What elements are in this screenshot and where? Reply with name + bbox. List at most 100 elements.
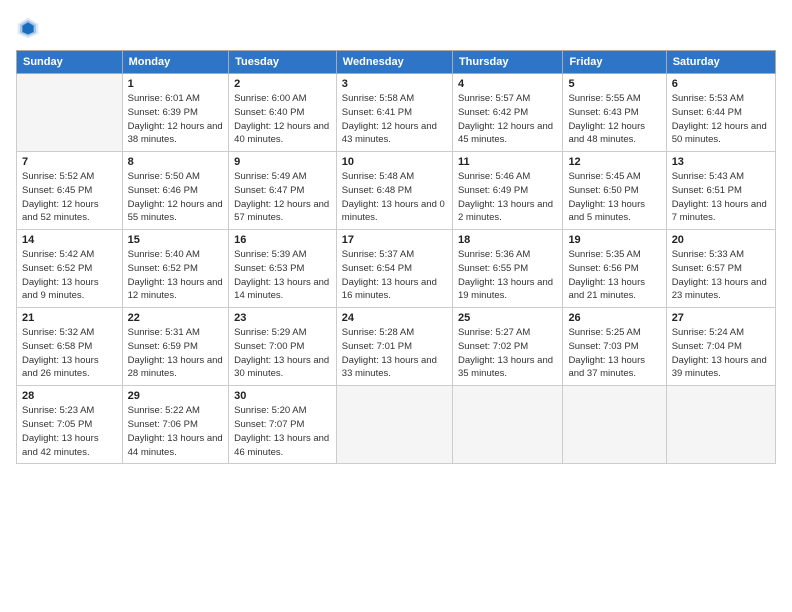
day-number: 12 xyxy=(568,156,660,168)
week-row-5: 28 Sunrise: 5:23 AMSunset: 7:05 PMDaylig… xyxy=(17,386,776,464)
day-detail: Sunrise: 5:43 AMSunset: 6:51 PMDaylight:… xyxy=(672,170,770,225)
day-cell: 14 Sunrise: 5:42 AMSunset: 6:52 PMDaylig… xyxy=(17,230,123,308)
day-cell xyxy=(563,386,666,464)
day-number: 23 xyxy=(234,312,331,324)
day-detail: Sunrise: 5:52 AMSunset: 6:45 PMDaylight:… xyxy=(22,170,117,225)
day-number: 6 xyxy=(672,78,770,90)
day-cell xyxy=(336,386,452,464)
day-detail: Sunrise: 5:32 AMSunset: 6:58 PMDaylight:… xyxy=(22,326,117,381)
header xyxy=(16,16,776,40)
day-number: 11 xyxy=(458,156,557,168)
week-row-3: 14 Sunrise: 5:42 AMSunset: 6:52 PMDaylig… xyxy=(17,230,776,308)
header-row: SundayMondayTuesdayWednesdayThursdayFrid… xyxy=(17,51,776,74)
day-cell: 12 Sunrise: 5:45 AMSunset: 6:50 PMDaylig… xyxy=(563,152,666,230)
day-cell xyxy=(452,386,562,464)
day-cell: 8 Sunrise: 5:50 AMSunset: 6:46 PMDayligh… xyxy=(122,152,229,230)
col-header-thursday: Thursday xyxy=(452,51,562,74)
logo xyxy=(16,16,44,40)
week-row-4: 21 Sunrise: 5:32 AMSunset: 6:58 PMDaylig… xyxy=(17,308,776,386)
day-detail: Sunrise: 5:31 AMSunset: 6:59 PMDaylight:… xyxy=(128,326,224,381)
col-header-saturday: Saturday xyxy=(666,51,775,74)
day-detail: Sunrise: 6:00 AMSunset: 6:40 PMDaylight:… xyxy=(234,92,331,147)
day-detail: Sunrise: 5:25 AMSunset: 7:03 PMDaylight:… xyxy=(568,326,660,381)
day-detail: Sunrise: 5:36 AMSunset: 6:55 PMDaylight:… xyxy=(458,248,557,303)
day-cell: 28 Sunrise: 5:23 AMSunset: 7:05 PMDaylig… xyxy=(17,386,123,464)
day-cell: 13 Sunrise: 5:43 AMSunset: 6:51 PMDaylig… xyxy=(666,152,775,230)
day-detail: Sunrise: 5:39 AMSunset: 6:53 PMDaylight:… xyxy=(234,248,331,303)
day-number: 16 xyxy=(234,234,331,246)
day-detail: Sunrise: 5:33 AMSunset: 6:57 PMDaylight:… xyxy=(672,248,770,303)
col-header-wednesday: Wednesday xyxy=(336,51,452,74)
day-cell: 4 Sunrise: 5:57 AMSunset: 6:42 PMDayligh… xyxy=(452,74,562,152)
col-header-monday: Monday xyxy=(122,51,229,74)
day-detail: Sunrise: 5:28 AMSunset: 7:01 PMDaylight:… xyxy=(342,326,447,381)
day-number: 4 xyxy=(458,78,557,90)
week-row-2: 7 Sunrise: 5:52 AMSunset: 6:45 PMDayligh… xyxy=(17,152,776,230)
day-number: 10 xyxy=(342,156,447,168)
day-cell: 9 Sunrise: 5:49 AMSunset: 6:47 PMDayligh… xyxy=(229,152,337,230)
day-number: 18 xyxy=(458,234,557,246)
day-number: 8 xyxy=(128,156,224,168)
day-cell: 10 Sunrise: 5:48 AMSunset: 6:48 PMDaylig… xyxy=(336,152,452,230)
day-cell: 25 Sunrise: 5:27 AMSunset: 7:02 PMDaylig… xyxy=(452,308,562,386)
day-cell: 30 Sunrise: 5:20 AMSunset: 7:07 PMDaylig… xyxy=(229,386,337,464)
day-cell: 7 Sunrise: 5:52 AMSunset: 6:45 PMDayligh… xyxy=(17,152,123,230)
day-cell: 24 Sunrise: 5:28 AMSunset: 7:01 PMDaylig… xyxy=(336,308,452,386)
day-number: 25 xyxy=(458,312,557,324)
day-cell: 22 Sunrise: 5:31 AMSunset: 6:59 PMDaylig… xyxy=(122,308,229,386)
day-cell: 6 Sunrise: 5:53 AMSunset: 6:44 PMDayligh… xyxy=(666,74,775,152)
day-number: 29 xyxy=(128,390,224,402)
day-number: 9 xyxy=(234,156,331,168)
col-header-friday: Friday xyxy=(563,51,666,74)
day-cell: 21 Sunrise: 5:32 AMSunset: 6:58 PMDaylig… xyxy=(17,308,123,386)
day-cell: 20 Sunrise: 5:33 AMSunset: 6:57 PMDaylig… xyxy=(666,230,775,308)
day-detail: Sunrise: 5:22 AMSunset: 7:06 PMDaylight:… xyxy=(128,404,224,459)
day-detail: Sunrise: 6:01 AMSunset: 6:39 PMDaylight:… xyxy=(128,92,224,147)
day-cell: 16 Sunrise: 5:39 AMSunset: 6:53 PMDaylig… xyxy=(229,230,337,308)
col-header-sunday: Sunday xyxy=(17,51,123,74)
col-header-tuesday: Tuesday xyxy=(229,51,337,74)
day-number: 28 xyxy=(22,390,117,402)
day-number: 5 xyxy=(568,78,660,90)
week-row-1: 1 Sunrise: 6:01 AMSunset: 6:39 PMDayligh… xyxy=(17,74,776,152)
day-cell: 3 Sunrise: 5:58 AMSunset: 6:41 PMDayligh… xyxy=(336,74,452,152)
day-detail: Sunrise: 5:35 AMSunset: 6:56 PMDaylight:… xyxy=(568,248,660,303)
day-detail: Sunrise: 5:48 AMSunset: 6:48 PMDaylight:… xyxy=(342,170,447,225)
day-detail: Sunrise: 5:49 AMSunset: 6:47 PMDaylight:… xyxy=(234,170,331,225)
day-detail: Sunrise: 5:46 AMSunset: 6:49 PMDaylight:… xyxy=(458,170,557,225)
day-detail: Sunrise: 5:45 AMSunset: 6:50 PMDaylight:… xyxy=(568,170,660,225)
day-cell: 23 Sunrise: 5:29 AMSunset: 7:00 PMDaylig… xyxy=(229,308,337,386)
day-detail: Sunrise: 5:55 AMSunset: 6:43 PMDaylight:… xyxy=(568,92,660,147)
day-detail: Sunrise: 5:50 AMSunset: 6:46 PMDaylight:… xyxy=(128,170,224,225)
day-number: 7 xyxy=(22,156,117,168)
day-number: 17 xyxy=(342,234,447,246)
day-number: 20 xyxy=(672,234,770,246)
day-number: 22 xyxy=(128,312,224,324)
day-number: 2 xyxy=(234,78,331,90)
day-detail: Sunrise: 5:29 AMSunset: 7:00 PMDaylight:… xyxy=(234,326,331,381)
day-detail: Sunrise: 5:24 AMSunset: 7:04 PMDaylight:… xyxy=(672,326,770,381)
day-number: 3 xyxy=(342,78,447,90)
day-cell: 26 Sunrise: 5:25 AMSunset: 7:03 PMDaylig… xyxy=(563,308,666,386)
day-number: 30 xyxy=(234,390,331,402)
day-number: 14 xyxy=(22,234,117,246)
day-cell: 2 Sunrise: 6:00 AMSunset: 6:40 PMDayligh… xyxy=(229,74,337,152)
day-cell: 27 Sunrise: 5:24 AMSunset: 7:04 PMDaylig… xyxy=(666,308,775,386)
day-detail: Sunrise: 5:23 AMSunset: 7:05 PMDaylight:… xyxy=(22,404,117,459)
day-cell: 11 Sunrise: 5:46 AMSunset: 6:49 PMDaylig… xyxy=(452,152,562,230)
day-number: 19 xyxy=(568,234,660,246)
day-detail: Sunrise: 5:42 AMSunset: 6:52 PMDaylight:… xyxy=(22,248,117,303)
day-number: 26 xyxy=(568,312,660,324)
day-detail: Sunrise: 5:27 AMSunset: 7:02 PMDaylight:… xyxy=(458,326,557,381)
day-detail: Sunrise: 5:40 AMSunset: 6:52 PMDaylight:… xyxy=(128,248,224,303)
day-number: 27 xyxy=(672,312,770,324)
day-cell: 17 Sunrise: 5:37 AMSunset: 6:54 PMDaylig… xyxy=(336,230,452,308)
logo-icon xyxy=(16,16,40,40)
day-number: 24 xyxy=(342,312,447,324)
day-detail: Sunrise: 5:57 AMSunset: 6:42 PMDaylight:… xyxy=(458,92,557,147)
day-detail: Sunrise: 5:20 AMSunset: 7:07 PMDaylight:… xyxy=(234,404,331,459)
day-cell: 1 Sunrise: 6:01 AMSunset: 6:39 PMDayligh… xyxy=(122,74,229,152)
day-cell: 29 Sunrise: 5:22 AMSunset: 7:06 PMDaylig… xyxy=(122,386,229,464)
day-number: 1 xyxy=(128,78,224,90)
day-number: 15 xyxy=(128,234,224,246)
